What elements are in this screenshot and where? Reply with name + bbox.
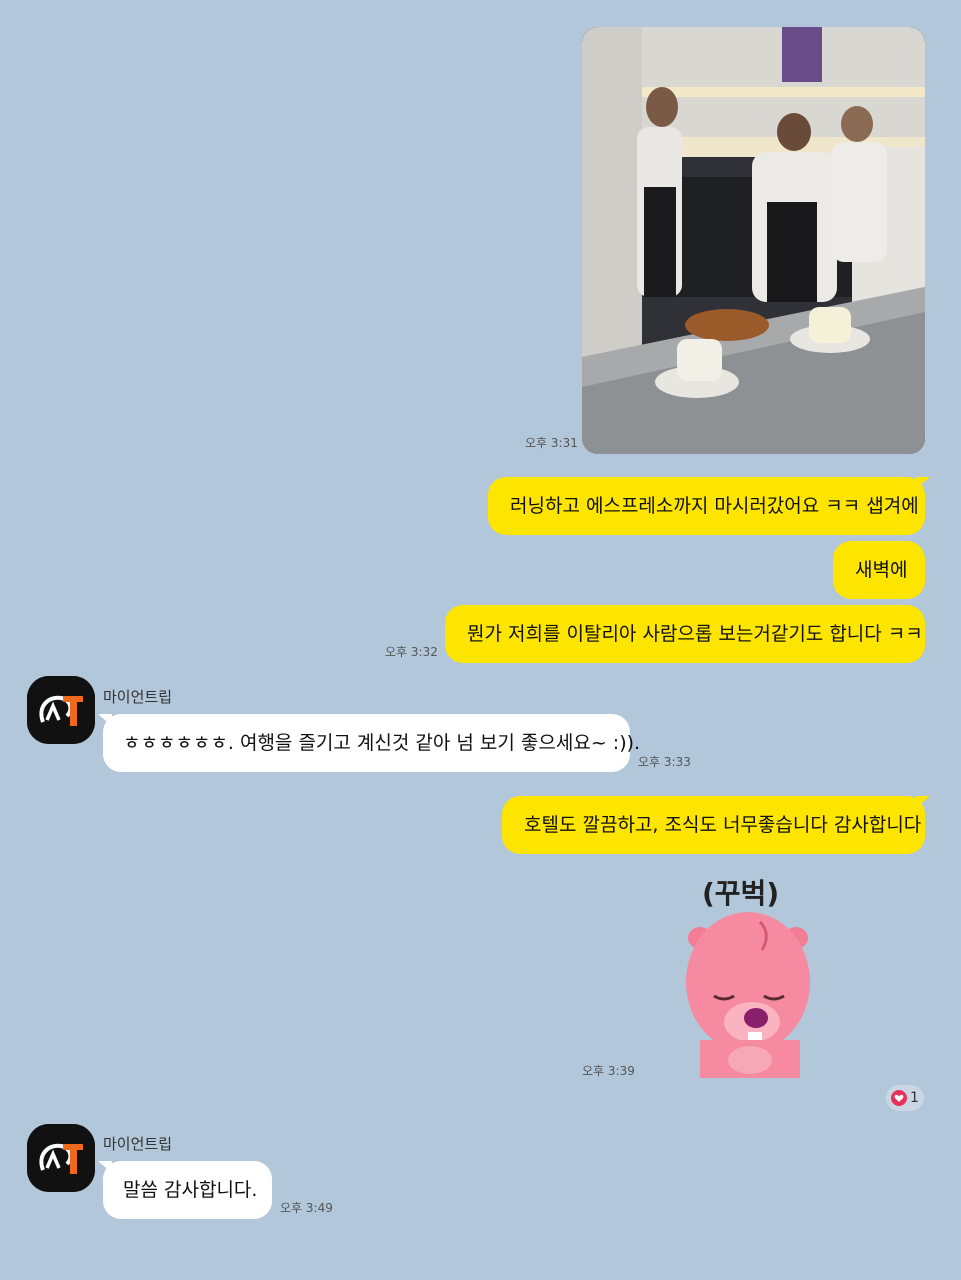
message-text: 뭔가 저희를 이탈리아 사람으롭 보는거같기도 합니다 ㅋㅋ	[467, 623, 923, 645]
message-time: 오후 3:33	[638, 755, 691, 769]
message-text: 새벽에	[855, 559, 908, 581]
message-text: ㅎㅎㅎㅎㅎㅎ. 여행을 즐기고 계신것 같아 넘 보기 좋으세요~ :)).	[123, 732, 641, 754]
brand-logo-icon	[27, 676, 95, 744]
contact-name: 마이언트립	[103, 688, 173, 706]
message-text: 러닝하고 에스프레소까지 마시러갔어요 ㅋㅋ 샙겨에	[510, 495, 919, 517]
my-message-bubble[interactable]: 뭔가 저희를 이탈리아 사람으롭 보는거같기도 합니다 ㅋㅋ	[445, 605, 925, 663]
my-message-bubble[interactable]: 호텔도 깔끔하고, 조식도 너무좋습니다 감사합니다	[502, 796, 930, 854]
contact-avatar[interactable]	[27, 1124, 95, 1192]
cafe-photo-image	[582, 27, 925, 454]
beaver-sticker-icon	[686, 912, 810, 1078]
their-message-bubble[interactable]: ㅎㅎㅎㅎㅎㅎ. 여행을 즐기고 계신것 같아 넘 보기 좋으세요~ :)).	[98, 714, 640, 772]
contact-avatar[interactable]	[27, 676, 95, 744]
my-message-bubble[interactable]: 러닝하고 에스프레소까지 마시러갔어요 ㅋㅋ 샙겨에	[488, 477, 930, 535]
sticker-message[interactable]: (꾸벅)	[672, 866, 822, 1078]
message-time: 오후 3:31	[525, 436, 578, 450]
reaction-count: 1	[910, 1090, 919, 1106]
message-time: 오후 3:39	[582, 1064, 635, 1078]
brand-logo-icon	[27, 1124, 95, 1192]
my-message-bubble[interactable]: 새벽에	[833, 541, 925, 599]
their-message-bubble[interactable]: 말씀 감사합니다.	[98, 1161, 272, 1219]
sticker-caption: (꾸벅)	[702, 877, 780, 910]
shared-photo[interactable]	[582, 27, 925, 454]
reaction-badge[interactable]: 1	[886, 1085, 924, 1111]
message-time: 오후 3:49	[280, 1201, 333, 1215]
message-text: 말씀 감사합니다.	[123, 1179, 258, 1201]
heart-icon	[891, 1090, 908, 1106]
message-text: 호텔도 깔끔하고, 조식도 너무좋습니다 감사합니다	[524, 814, 922, 836]
contact-name: 마이언트립	[103, 1135, 173, 1153]
message-time: 오후 3:32	[385, 645, 438, 659]
